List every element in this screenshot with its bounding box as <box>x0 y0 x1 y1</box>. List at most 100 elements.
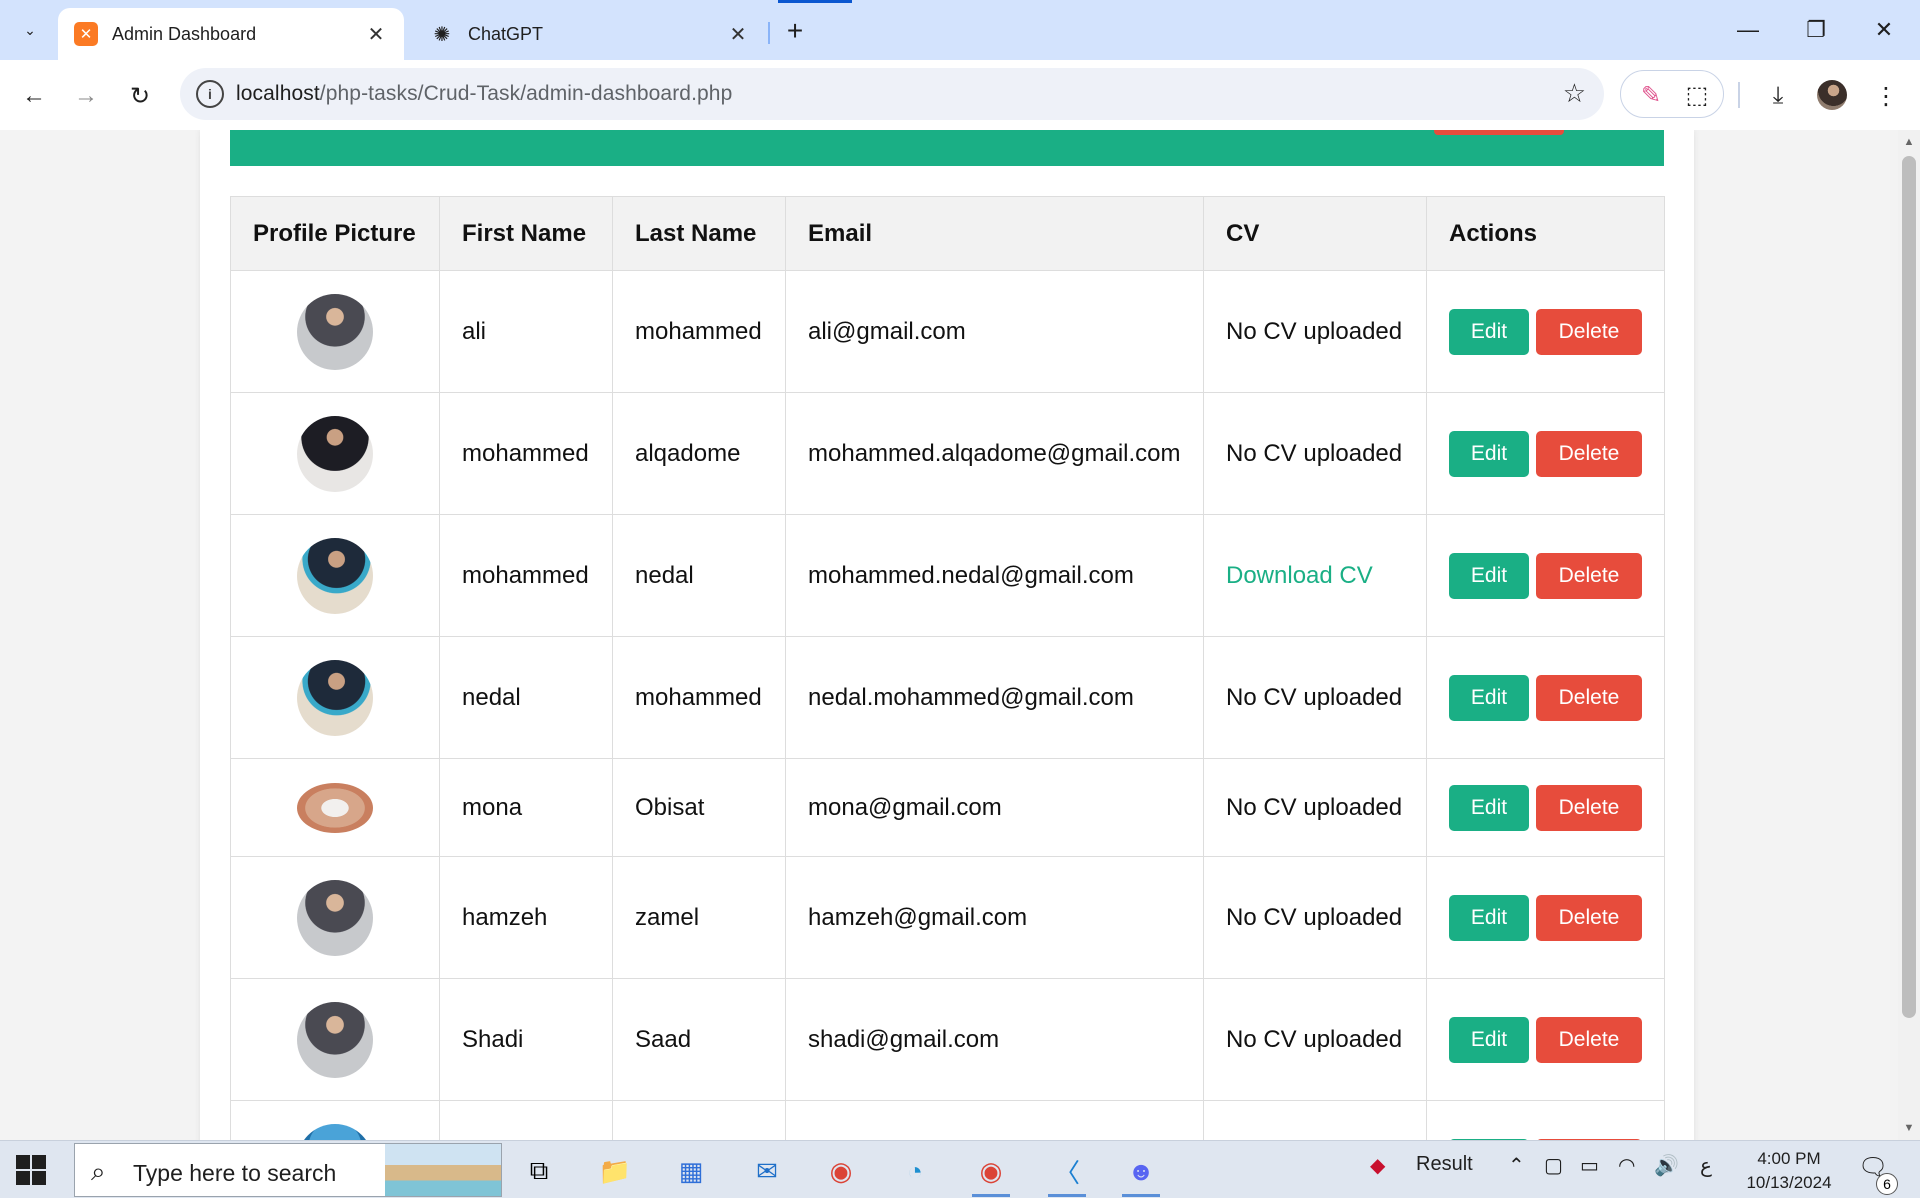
site-info-icon[interactable]: i <box>196 80 224 108</box>
column-header: Actions <box>1426 196 1665 271</box>
last-name-cell: alqadome <box>612 392 786 515</box>
avatar <box>297 782 373 833</box>
restore-icon[interactable]: ❐ <box>1782 8 1850 52</box>
search-placeholder: Type here to search <box>133 1160 337 1186</box>
delete-button[interactable]: Delete <box>1536 1016 1642 1063</box>
edge-icon[interactable]: ◔ <box>890 1147 940 1195</box>
first-name-cell: ali <box>439 270 613 393</box>
meet-now-icon[interactable]: ▢ <box>1544 1153 1563 1178</box>
discord-icon[interactable]: ☻ <box>1116 1147 1166 1197</box>
volume-icon[interactable]: 🔊 <box>1654 1153 1679 1178</box>
download-icon[interactable]: ⤓ <box>1758 76 1798 116</box>
profile-picture-cell <box>230 1100 440 1140</box>
table-row: mohammed alqadome mohammed.alqadome@gmai… <box>230 392 1665 515</box>
new-tab-button[interactable]: + <box>778 14 812 48</box>
tab-strip: ⌄ ✕ Admin Dashboard ✕ ✺ ChatGPT ✕ + — ❐ … <box>0 0 1920 60</box>
microsoft-store-icon[interactable]: ▦ <box>666 1147 716 1195</box>
column-header: Last Name <box>612 196 786 271</box>
profile-picture-cell <box>230 514 440 637</box>
chrome-icon[interactable]: ◉ <box>816 1147 866 1195</box>
download-cv-link[interactable]: Download CV <box>1226 562 1373 589</box>
reload-icon[interactable]: ↻ <box>120 76 160 116</box>
scroll-thumb[interactable] <box>1902 156 1916 1018</box>
last-name-cell: Obisat <box>612 758 786 857</box>
puzzle-extensions-icon[interactable]: ⬚ <box>1681 79 1713 111</box>
show-hidden-icons-icon[interactable]: ⌃ <box>1508 1153 1525 1178</box>
color-picker-extension-icon[interactable]: ✎ <box>1635 79 1667 111</box>
system-clock[interactable]: 4:00 PM 10/13/2024 <box>1738 1147 1840 1195</box>
chrome-profile-icon[interactable]: ◉ <box>966 1147 1016 1197</box>
logout-button[interactable] <box>1434 130 1564 135</box>
edit-button[interactable]: Edit <box>1449 430 1529 477</box>
window-close-icon[interactable]: ✕ <box>1850 8 1918 52</box>
email-cell: nedal.mohammed@gmail.com <box>785 636 1204 759</box>
email-cell <box>785 1100 1204 1140</box>
edit-button[interactable]: Edit <box>1449 784 1529 831</box>
edit-button[interactable]: Edit <box>1449 552 1529 599</box>
profile-picture-cell <box>230 392 440 515</box>
input-language-indicator[interactable]: ع <box>1700 1153 1712 1178</box>
cv-cell: No CV uploaded <box>1203 636 1427 759</box>
bookmark-star-icon[interactable]: ☆ <box>1563 78 1586 109</box>
more-menu-icon[interactable]: ⋮ <box>1866 76 1906 116</box>
column-header: Email <box>785 196 1204 271</box>
first-name-cell: mohammed <box>439 514 613 637</box>
page-scrollbar[interactable]: ▲ ▼ <box>1898 130 1920 1140</box>
actions-cell: EditDelete <box>1426 856 1665 979</box>
edit-button[interactable]: Edit <box>1449 674 1529 721</box>
table-row: ali mohammed ali@gmail.com No CV uploade… <box>230 270 1665 393</box>
back-arrow-icon[interactable]: ← <box>14 76 54 116</box>
vscode-icon[interactable]: 〈 <box>1042 1147 1092 1197</box>
email-cell: ali@gmail.com <box>785 270 1204 393</box>
actions-cell: EditDelete <box>1426 978 1665 1101</box>
delete-button[interactable]: Delete <box>1536 674 1642 721</box>
task-view-icon[interactable]: ⧉ <box>514 1147 564 1195</box>
delete-button[interactable]: Delete <box>1536 308 1642 355</box>
taskbar-search-box[interactable]: ⌕ Type here to search <box>74 1143 502 1197</box>
delete-button[interactable]: Delete <box>1536 552 1642 599</box>
close-tab-icon[interactable]: ✕ <box>364 22 388 47</box>
minimize-icon[interactable]: — <box>1714 8 1782 52</box>
windows-start-icon[interactable] <box>16 1155 46 1185</box>
avatar <box>297 659 373 736</box>
actions-cell: EditDelete <box>1426 758 1665 857</box>
forward-arrow-icon[interactable]: → <box>66 76 106 116</box>
tray-result-label[interactable]: Result <box>1416 1153 1473 1176</box>
edit-button[interactable]: Edit <box>1449 1016 1529 1063</box>
scroll-down-arrow-icon[interactable]: ▼ <box>1898 1118 1920 1138</box>
cv-cell: No CV uploaded <box>1203 978 1427 1101</box>
actions-cell: EditDelete <box>1426 636 1665 759</box>
last-name-cell: nedal <box>612 514 786 637</box>
edit-button[interactable]: Edit <box>1449 308 1529 355</box>
battery-icon[interactable]: ▭ <box>1580 1153 1599 1178</box>
delete-button[interactable]: Delete <box>1536 430 1642 477</box>
file-explorer-icon[interactable]: 📁 <box>590 1147 640 1195</box>
table-row: mona Obisat mona@gmail.com No CV uploade… <box>230 758 1665 857</box>
table-row: nedal mohammed nedal.mohammed@gmail.com … <box>230 636 1665 759</box>
actions-cell: EditDelete <box>1426 392 1665 515</box>
column-header: Profile Picture <box>230 196 440 271</box>
profile-avatar[interactable] <box>1817 80 1847 110</box>
profile-picture-cell <box>230 636 440 759</box>
avatar <box>297 293 373 370</box>
column-header: First Name <box>439 196 613 271</box>
clock-time: 4:00 PM <box>1757 1149 1821 1168</box>
wifi-icon[interactable]: ◠ <box>1618 1153 1635 1178</box>
address-bar[interactable]: i localhost/php-tasks/Crud-Task/admin-da… <box>180 68 1604 120</box>
edit-button[interactable]: Edit <box>1449 894 1529 941</box>
delete-button[interactable]: Delete <box>1536 784 1642 831</box>
avatar <box>297 879 373 956</box>
email-cell: mona@gmail.com <box>785 758 1204 857</box>
scroll-up-arrow-icon[interactable]: ▲ <box>1898 132 1920 152</box>
cv-cell: No CV uploaded <box>1203 270 1427 393</box>
delete-button[interactable]: Delete <box>1536 894 1642 941</box>
mail-icon[interactable]: ✉ <box>742 1147 792 1195</box>
tab-search-chevron-icon[interactable]: ⌄ <box>12 12 48 48</box>
tab-chatgpt[interactable]: ✺ ChatGPT ✕ <box>414 8 766 60</box>
cv-cell: Download CV <box>1203 514 1427 637</box>
tab-admin-dashboard[interactable]: ✕ Admin Dashboard ✕ <box>58 8 404 60</box>
tab-loading-indicator <box>778 0 852 3</box>
windows-taskbar: ⌕ Type here to search ⧉ 📁 ▦ ✉ ◉ ◔ ◉ 〈 ☻ … <box>0 1140 1920 1198</box>
avatar <box>297 537 373 614</box>
close-tab-icon[interactable]: ✕ <box>726 22 750 47</box>
